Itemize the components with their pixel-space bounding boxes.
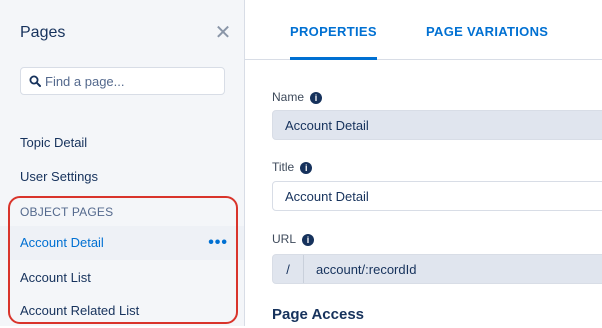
title-label-text: Title xyxy=(272,160,295,174)
section-label-object-pages: OBJECT PAGES xyxy=(20,205,114,219)
sidebar-item-label: Account Detail xyxy=(20,235,104,250)
info-icon[interactable]: i xyxy=(310,92,323,104)
sidebar-title: Pages xyxy=(20,24,66,41)
search-box[interactable] xyxy=(20,67,225,95)
main-panel: PROPERTIES PAGE VARIATIONS Name i Account… xyxy=(245,0,602,326)
page-access-heading: Page Access xyxy=(272,306,365,323)
close-icon[interactable]: ✕ xyxy=(213,23,233,43)
title-field[interactable]: Account Detail xyxy=(272,181,602,211)
sidebar-item-account-list[interactable]: Account List xyxy=(0,261,244,295)
sidebar-item-topic-detail[interactable]: Topic Detail xyxy=(0,126,244,160)
sidebar-item-account-detail[interactable]: Account Detail ••• xyxy=(0,226,244,260)
info-icon[interactable]: i xyxy=(302,234,315,246)
search-input[interactable] xyxy=(45,68,215,94)
url-label-text: URL xyxy=(272,232,297,246)
name-label-text: Name xyxy=(272,90,305,104)
title-label: Title i xyxy=(272,160,313,174)
info-icon[interactable]: i xyxy=(300,162,313,174)
tab-page-variations[interactable]: PAGE VARIATIONS xyxy=(426,24,548,39)
sidebar-item-user-settings[interactable]: User Settings xyxy=(0,160,244,194)
name-field: Account Detail xyxy=(272,110,602,140)
url-field: / account/:recordId xyxy=(272,254,602,284)
pages-sidebar: Pages ✕ Topic Detail User Settings OBJEC… xyxy=(0,0,245,326)
search-icon xyxy=(29,75,41,87)
url-prefix: / xyxy=(273,255,304,283)
tab-bar: PROPERTIES PAGE VARIATIONS xyxy=(245,0,602,60)
url-label: URL i xyxy=(272,232,315,246)
more-actions-icon[interactable]: ••• xyxy=(208,226,228,260)
url-value: account/:recordId xyxy=(316,262,417,277)
sidebar-item-account-related-list[interactable]: Account Related List xyxy=(0,294,244,328)
tab-properties[interactable]: PROPERTIES xyxy=(290,24,377,60)
name-label: Name i xyxy=(272,90,323,104)
